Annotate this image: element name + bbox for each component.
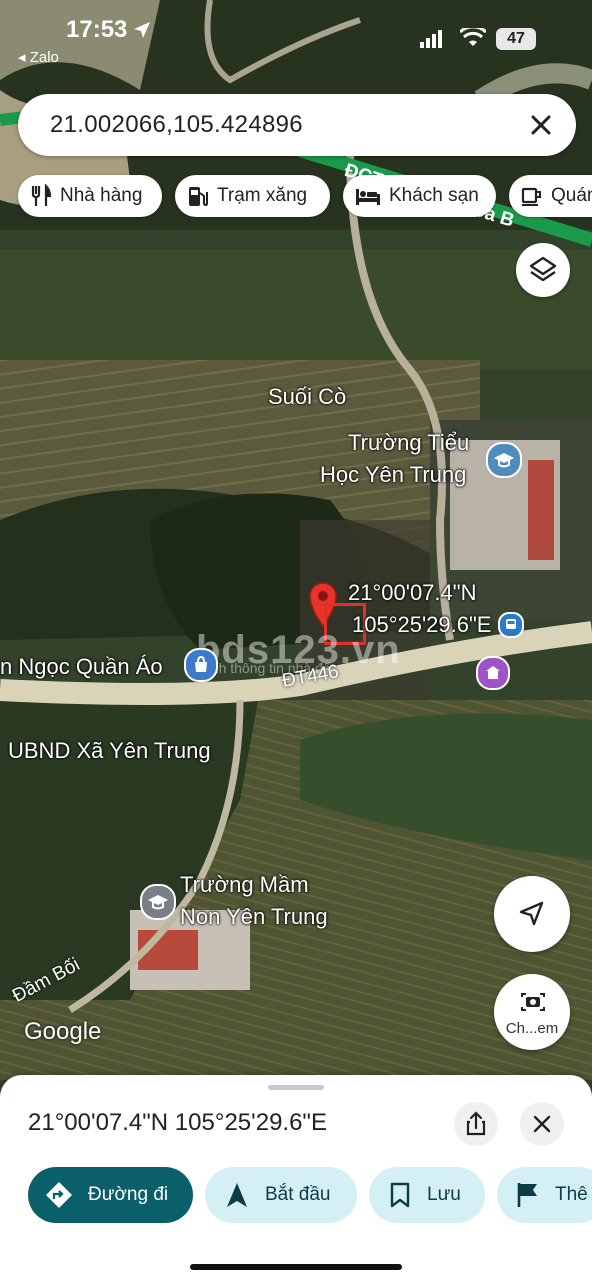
close-icon[interactable] — [524, 108, 558, 142]
gas-pump-icon — [189, 187, 208, 207]
home-indicator[interactable] — [190, 1264, 402, 1270]
map-label-school-2-line2[interactable]: Non Yên Trung — [180, 904, 328, 930]
chip-label: Khách sạn — [389, 185, 479, 206]
camera-search-button[interactable]: Ch...em — [494, 974, 570, 1050]
share-icon — [466, 1111, 486, 1136]
camera-button-label: Ch...em — [505, 1020, 559, 1037]
battery-indicator: 47 — [496, 28, 536, 50]
save-button[interactable]: Lưu — [369, 1167, 485, 1223]
sheet-drag-handle[interactable] — [268, 1085, 324, 1090]
map-label-suoi-co[interactable]: Suối Cò — [268, 384, 346, 410]
back-to-app-link[interactable]: ◂ Zalo — [18, 48, 59, 66]
cellular-signal-icon — [420, 30, 442, 48]
category-chips: Nhà hàng Trạm xăng Khách sạn Quán — [18, 175, 592, 219]
sheet-coordinates: 21°00'07.4"N 105°25'29.6"E — [28, 1109, 327, 1136]
navigation-arrow-icon — [227, 1183, 247, 1207]
chip-cafe[interactable]: Quán — [509, 175, 592, 217]
navigation-arrow-icon — [519, 901, 544, 926]
flag-icon — [517, 1183, 537, 1207]
status-time: 17:53 — [66, 16, 128, 43]
chip-gas-station[interactable]: Trạm xăng — [175, 175, 330, 217]
start-button[interactable]: Bắt đầu — [205, 1167, 357, 1223]
more-button[interactable]: Thê — [497, 1167, 592, 1223]
fork-knife-icon — [31, 184, 52, 206]
chip-label: Nhà hàng — [60, 185, 143, 206]
chip-restaurant[interactable]: Nhà hàng — [18, 175, 162, 217]
wifi-icon — [460, 28, 486, 46]
pin-latitude-label: 21°00'07.4"N — [348, 580, 477, 605]
location-arrow-icon — [134, 22, 150, 38]
close-icon — [533, 1115, 551, 1133]
chip-hotel[interactable]: Khách sạn — [343, 175, 496, 217]
google-logo: Google — [24, 1018, 102, 1045]
map-label-ubnd[interactable]: UBND Xã Yên Trung — [8, 738, 211, 764]
camera-icon — [521, 993, 545, 1011]
school-marker-icon[interactable] — [486, 442, 522, 478]
close-sheet-button[interactable] — [520, 1102, 564, 1146]
bookmark-icon — [390, 1182, 410, 1208]
layers-icon — [529, 256, 557, 282]
kindergarten-marker-icon[interactable] — [140, 884, 176, 920]
search-bar[interactable]: 21.002066,105.424896 — [18, 94, 576, 156]
my-location-button[interactable] — [494, 876, 570, 952]
start-label: Bắt đầu — [265, 1184, 331, 1205]
coffee-cup-icon — [521, 187, 541, 206]
chip-label: Trạm xăng — [217, 185, 308, 206]
layers-button[interactable] — [516, 243, 570, 297]
share-button[interactable] — [454, 1102, 498, 1146]
map-label-school-2-line1[interactable]: Trường Mầm — [180, 872, 309, 898]
directions-icon — [46, 1182, 72, 1208]
search-input[interactable]: 21.002066,105.424896 — [50, 111, 303, 139]
temple-marker-icon[interactable] — [476, 656, 510, 690]
bed-icon — [356, 189, 380, 205]
directions-label: Đường đi — [88, 1184, 169, 1205]
more-label: Thê — [555, 1184, 588, 1205]
map-label-shop[interactable]: n Ngọc Quần Áo — [0, 654, 163, 680]
chip-label: Quán — [551, 185, 592, 206]
shopping-marker-icon[interactable] — [184, 648, 218, 682]
directions-button[interactable]: Đường đi — [28, 1167, 193, 1223]
map-label-school-1-line2[interactable]: Học Yên Trung — [320, 462, 466, 488]
bottom-sheet[interactable]: 21°00'07.4"N 105°25'29.6"E Đường đi Bắt … — [0, 1075, 592, 1280]
status-bar: 17:53 ◂ Zalo 47 — [0, 0, 592, 80]
map-label-school-1-line1[interactable]: Trường Tiểu — [348, 430, 469, 456]
bus-stop-icon[interactable] — [498, 612, 524, 638]
save-label: Lưu — [427, 1184, 461, 1205]
